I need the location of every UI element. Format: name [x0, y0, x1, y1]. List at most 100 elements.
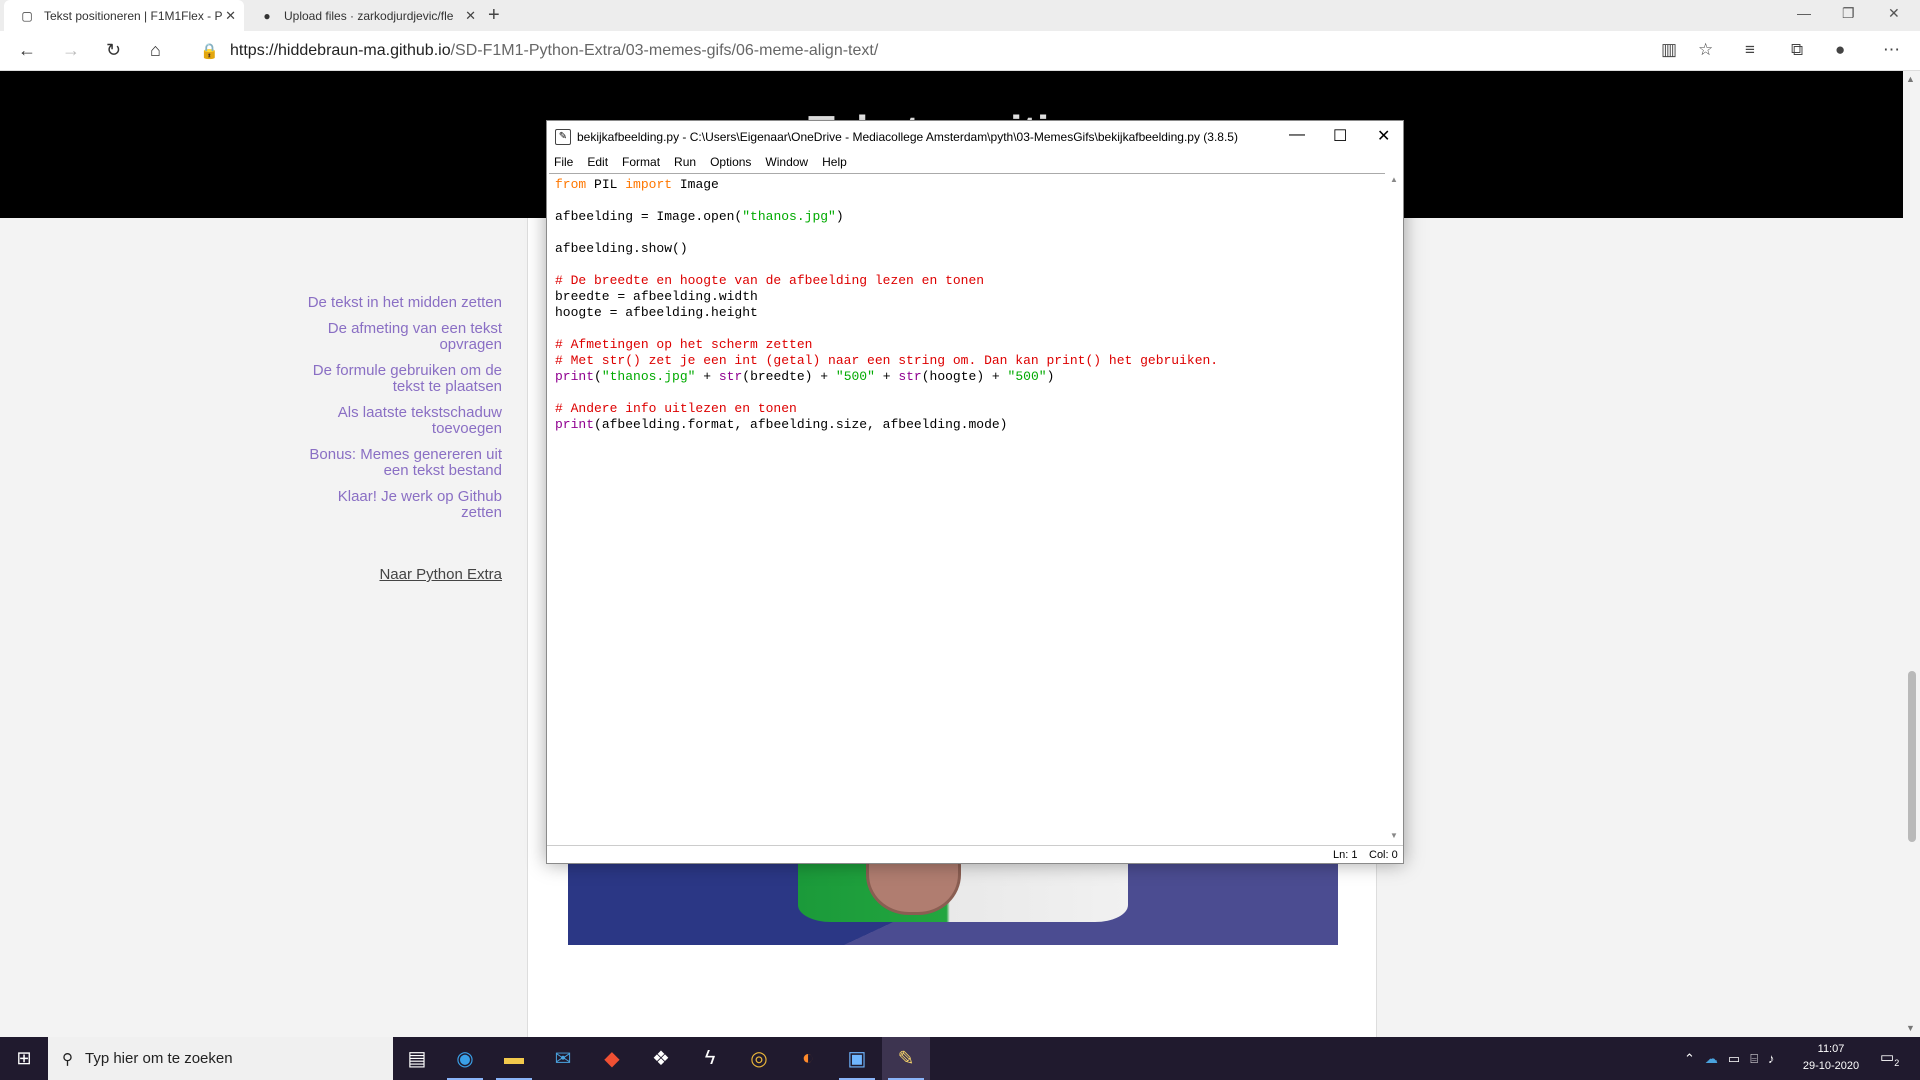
scroll-thumb[interactable] [1908, 671, 1916, 842]
tab-upload-files[interactable]: ● Upload files · zarkodjurdjevic/fle ✕ [244, 0, 484, 31]
code-line: afbeelding.show() [555, 241, 688, 256]
code-line: # Met str() zet je een int (getal) naar … [555, 353, 1219, 368]
code-line: from PIL import Image [555, 177, 719, 192]
python-file-icon: ✎ [555, 129, 571, 145]
favorite-star-icon[interactable]: ☆ [1698, 40, 1713, 60]
side-link-tekstschaduw[interactable]: Als laatste tekstschaduw toevoegen [300, 405, 502, 437]
back-to-python-extra-link[interactable]: Naar Python Extra [300, 566, 502, 583]
url-path: /SD-F1M1-Python-Extra/03-memes-gifs/06-m… [450, 42, 879, 59]
git-icon[interactable]: ◆ [588, 1037, 636, 1080]
menu-options[interactable]: Options [703, 153, 758, 173]
side-nav: De tekst in het midden zetten De afmetin… [300, 295, 502, 531]
github-icon: ● [263, 8, 271, 23]
page-scrollbar[interactable]: ▲ ▼ [1903, 71, 1920, 1037]
tab-bar: ▢ Tekst positioneren | F1M1Flex - P ✕ ● … [0, 0, 1920, 31]
edge-icon[interactable]: ◉ [441, 1037, 489, 1080]
taskbar-clock[interactable]: 11:07 29-10-2020 [1796, 1041, 1866, 1075]
code-line: breedte = afbeelding.width [555, 289, 758, 304]
menu-window[interactable]: Window [758, 153, 815, 173]
restore-icon[interactable]: ❐ [1842, 5, 1855, 22]
side-link-github[interactable]: Klaar! Je werk op Github zetten [300, 489, 502, 521]
refresh-icon[interactable]: ↻ [106, 40, 121, 61]
profile-avatar-icon[interactable]: ● [1835, 40, 1845, 60]
side-link-midden[interactable]: De tekst in het midden zetten [300, 295, 502, 311]
idle-title-bar[interactable]: ✎ bekijkafbeelding.py - C:\Users\Eigenaa… [547, 121, 1403, 153]
code-line: # De breedte en hoogte van de afbeelding… [555, 273, 985, 288]
editor-scrollbar[interactable]: ▲ ▼ [1385, 173, 1403, 845]
home-icon[interactable]: ⌂ [150, 40, 161, 61]
favorites-list-icon[interactable]: ≡ [1745, 40, 1755, 60]
new-tab-button[interactable]: + [488, 4, 500, 27]
onedrive-icon[interactable]: ☁ [1705, 1051, 1718, 1067]
url-field[interactable]: https://hiddebraun-ma.github.io/SD-F1M1-… [230, 42, 878, 60]
tab-title: Upload files · zarkodjurdjevic/fle [284, 8, 454, 23]
side-link-formule[interactable]: De formule gebruiken om de tekst te plaa… [300, 363, 502, 395]
clock-time: 11:07 [1817, 1043, 1845, 1055]
show-hidden-icons-icon[interactable]: ⌃ [1684, 1051, 1695, 1067]
search-placeholder: Typ hier om te zoeken [85, 1050, 233, 1067]
task-view-icon[interactable]: ▤ [393, 1037, 441, 1080]
code-line: afbeelding = Image.open("thanos.jpg") [555, 209, 844, 224]
close-tab-icon[interactable]: ✕ [465, 8, 476, 24]
menu-format[interactable]: Format [615, 153, 667, 173]
windows-taskbar: ⊞ ⚲ Typ hier om te zoeken ▤ ◉ ▬ ✉ ◆ ❖ ϟ … [0, 1037, 1920, 1080]
chrome-icon[interactable]: ◎ [735, 1037, 783, 1080]
minimize-icon[interactable]: — [1797, 5, 1811, 21]
close-window-icon[interactable]: ✕ [1888, 5, 1900, 22]
idle-editor-window: ✎ bekijkafbeelding.py - C:\Users\Eigenaa… [546, 120, 1404, 864]
bolt-icon[interactable]: ϟ [686, 1037, 734, 1080]
menu-edit[interactable]: Edit [580, 153, 615, 173]
idle-close-icon[interactable]: ✕ [1377, 126, 1390, 146]
system-tray: ⌃ ☁ ▭ ⌸ ♪ [1684, 1037, 1775, 1080]
windows-logo-icon: ⊞ [16, 1048, 32, 1068]
battery-icon[interactable]: ▭ [1728, 1051, 1740, 1067]
side-link-bonus[interactable]: Bonus: Memes genereren uit een tekst bes… [300, 447, 502, 479]
idle-menu-bar: File Edit Format Run Options Window Help [547, 153, 1403, 173]
idle-status-bar: Ln: 1 Col: 0 [547, 845, 1403, 863]
firefox-icon[interactable]: ◐ [784, 1037, 832, 1080]
back-icon[interactable]: ← [18, 40, 36, 61]
close-tab-icon[interactable]: ✕ [225, 8, 236, 24]
notification-count: 2 [1894, 1058, 1900, 1068]
lock-icon: 🔒 [200, 43, 219, 60]
dropbox-icon[interactable]: ❖ [637, 1037, 685, 1080]
idle-minimize-icon[interactable]: — [1289, 126, 1305, 144]
editor-scroll-down-icon[interactable]: ▼ [1390, 831, 1398, 840]
menu-file[interactable]: File [547, 153, 580, 173]
tab-tekst-positioneren[interactable]: ▢ Tekst positioneren | F1M1Flex - P ✕ [4, 0, 244, 31]
start-button[interactable]: ⊞ [0, 1037, 48, 1080]
collections-icon[interactable]: ⧉ [1791, 40, 1803, 60]
menu-help[interactable]: Help [815, 153, 854, 173]
network-icon[interactable]: ⌸ [1750, 1051, 1758, 1067]
scroll-down-icon[interactable]: ▼ [1906, 1023, 1915, 1033]
editor-scroll-up-icon[interactable]: ▲ [1390, 175, 1398, 184]
menu-run[interactable]: Run [667, 153, 703, 173]
code-line: hoogte = afbeelding.height [555, 305, 758, 320]
taskbar-search[interactable]: ⚲ Typ hier om te zoeken [48, 1037, 393, 1080]
file-explorer-icon[interactable]: ▬ [490, 1037, 538, 1080]
forward-icon[interactable]: → [62, 40, 80, 61]
url-host: https://hiddebraun-ma.github.io [230, 42, 451, 59]
code-line: print("thanos.jpg" + str(breedte) + "500… [555, 369, 1055, 384]
volume-icon[interactable]: ♪ [1768, 1051, 1775, 1066]
notification-center-icon[interactable]: ▭2 [1880, 1048, 1899, 1068]
side-link-afmeting[interactable]: De afmeting van een tekst opvragen [300, 321, 502, 353]
mail-icon[interactable]: ✉ [539, 1037, 587, 1080]
reader-mode-icon[interactable]: ▥ [1661, 40, 1677, 60]
idle-maximize-icon[interactable]: ☐ [1333, 126, 1347, 146]
python-idle-icon[interactable]: ✎ [882, 1037, 930, 1080]
code-line: print(afbeelding.format, afbeelding.size… [555, 417, 1008, 432]
search-icon: ⚲ [62, 1050, 73, 1068]
photos-icon[interactable]: ▣ [833, 1037, 881, 1080]
address-bar: ← → ↻ ⌂ 🔒 https://hiddebraun-ma.github.i… [0, 31, 1920, 71]
scroll-up-icon[interactable]: ▲ [1906, 74, 1915, 84]
more-menu-icon[interactable]: ⋯ [1883, 40, 1900, 60]
code-line: # Afmetingen op het scherm zetten [555, 337, 813, 352]
idle-window-title: bekijkafbeelding.py - C:\Users\Eigenaar\… [577, 130, 1238, 144]
code-editor[interactable]: from PIL import Image afbeelding = Image.… [549, 173, 1385, 845]
page-icon: ▢ [21, 8, 33, 23]
